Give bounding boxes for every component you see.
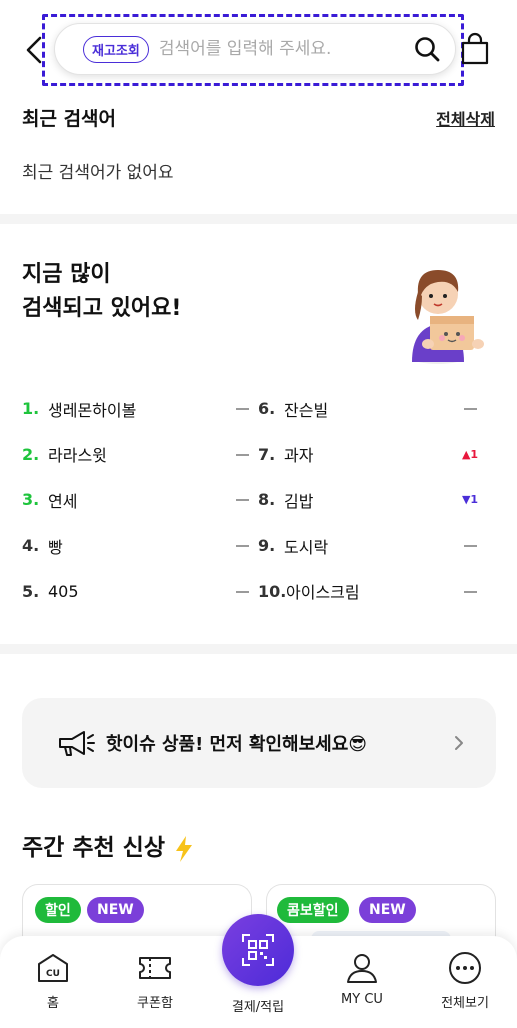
user-icon [347,954,377,983]
weekly-new-title-text: 주간 추천 신상 [22,835,165,861]
megaphone-icon [59,731,95,756]
rank-number: 10. [258,581,287,601]
rank-no-change-icon [460,585,480,598]
recent-empty-message: 최근 검색어가 없어요 [22,163,174,183]
rank-keyword: 라라스윗 [48,446,107,466]
sale-tag: 할인 [35,897,81,923]
rank-keyword: 김밥 [284,491,314,511]
svg-text:CU: CU [46,969,60,979]
popular-title-line1: 지금 많이 [22,262,111,287]
rank-item[interactable]: 4. 빵 [22,523,252,569]
weekly-new-title: 주간 추천 신상 [22,828,195,863]
section-divider [0,644,517,654]
rank-keyword: 생레몬하이볼 [48,400,137,420]
header: 재고조회 [0,0,517,100]
rank-number: 1. [22,399,40,419]
rank-up-indicator: ▲1 [461,447,479,461]
rank-keyword: 405 [48,581,79,601]
rank-no-change-icon [460,402,480,415]
stock-check-badge[interactable]: 재고조회 [83,35,149,63]
recent-searches-title: 최근 검색어 [22,108,117,130]
rank-item[interactable]: 1. 생레몬하이볼 [22,386,252,432]
rank-no-change-icon [460,539,480,552]
rank-number: 9. [258,536,276,556]
hot-issue-banner[interactable]: 핫이슈 상품! 먼저 확인해보세요😎 [22,698,496,788]
rank-item[interactable]: 2. 라라스윗 [22,432,252,478]
nav-coupon-label: 쿠폰함 [137,996,173,1011]
nav-coupon[interactable]: 쿠폰함 [110,950,200,1011]
popular-title-line2: 검색되고 있어요! [22,296,182,321]
section-divider [0,214,517,224]
rank-number: 3. [22,490,40,510]
new-tag: NEW [359,897,416,923]
combo-sale-tag: 콤보할인 [277,897,349,923]
rank-item[interactable]: 8. 김밥 ▼1 [258,477,480,523]
rank-keyword: 아이스크림 [286,583,360,603]
rank-item[interactable]: 7. 과자 ▲1 [258,432,480,478]
coupon-icon [139,957,171,979]
pay-qr-button[interactable] [222,914,294,986]
search-icon[interactable] [413,35,441,63]
rank-item[interactable]: 10. 아이스크림 [258,568,480,614]
rank-item[interactable]: 6. 잔슨빌 [258,386,480,432]
rank-no-change-icon [232,539,252,552]
rank-item[interactable]: 3. 연세 [22,477,252,523]
rank-number: 6. [258,399,276,419]
nav-home-label: 홈 [47,996,59,1011]
rank-number: 5. [22,581,40,601]
rank-number: 8. [258,490,276,510]
popular-list-right: 6. 잔슨빌 7. 과자 ▲1 8. 김밥 ▼1 9. 도시락 10. 아이스크… [258,386,480,614]
nav-all-label: 전체보기 [441,996,489,1011]
nav-pay[interactable]: 결제/적립 [213,990,303,1015]
nav-mycu[interactable]: MY CU [317,950,407,1007]
rank-keyword: 빵 [48,537,63,557]
rank-down-indicator: ▼1 [461,493,479,507]
rank-no-change-icon [232,493,252,506]
character-holding-box-illustration [412,270,484,364]
nav-home[interactable]: CU 홈 [8,950,98,1011]
shopping-bag-icon[interactable] [460,32,490,66]
search-bar[interactable]: 재고조회 [54,23,456,75]
rank-number: 4. [22,536,40,556]
rank-keyword: 잔슨빌 [284,400,329,420]
chevron-right-icon [455,736,463,750]
rank-no-change-icon [232,448,252,461]
rank-item[interactable]: 5. 405 [22,568,252,614]
nav-pay-label: 결제/적립 [231,1000,285,1015]
rank-no-change-icon [232,402,252,415]
home-icon: CU [38,954,68,982]
lightning-icon [176,835,192,862]
hot-issue-text: 핫이슈 상품! 먼저 확인해보세요😎 [106,734,368,755]
popular-list-left: 1. 생레몬하이볼 2. 라라스윗 3. 연세 4. 빵 5. 405 [22,386,252,614]
rank-item[interactable]: 9. 도시락 [258,523,480,569]
delete-all-button[interactable]: 전체삭제 [436,106,495,130]
nav-mycu-label: MY CU [341,992,383,1007]
nav-all[interactable]: 전체보기 [420,950,510,1011]
new-tag: NEW [87,897,144,923]
qr-code-icon [242,934,274,966]
search-input[interactable] [158,39,407,59]
rank-keyword: 과자 [284,446,314,466]
rank-no-change-icon [232,585,252,598]
rank-number: 7. [258,444,276,464]
rank-keyword: 도시락 [284,537,329,557]
rank-keyword: 연세 [48,491,78,511]
more-icon [449,952,481,984]
popular-searches-title: 지금 많이 검색되고 있어요! [22,258,181,326]
rank-number: 2. [22,444,40,464]
